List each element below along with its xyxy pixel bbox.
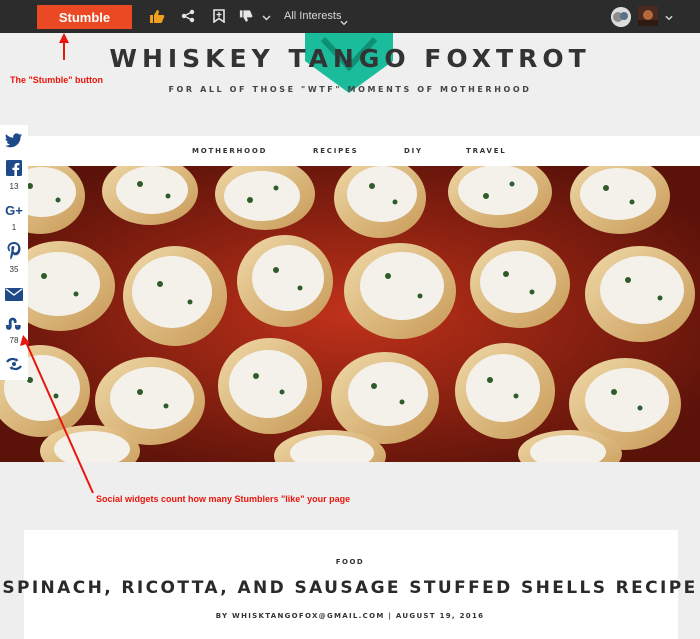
article-category[interactable]: FOOD [0, 558, 700, 566]
article-meta: BY WHISKTANGOFOX@GMAIL.COM | AUGUST 19, … [215, 612, 485, 620]
article-title[interactable]: SPINACH, RICOTTA, AND SAUSAGE STUFFED SH… [0, 578, 700, 598]
social-widgets-annotation: Social widgets count how many Stumblers … [96, 494, 351, 504]
stumble-annotation: The "Stumble" button [10, 75, 104, 85]
